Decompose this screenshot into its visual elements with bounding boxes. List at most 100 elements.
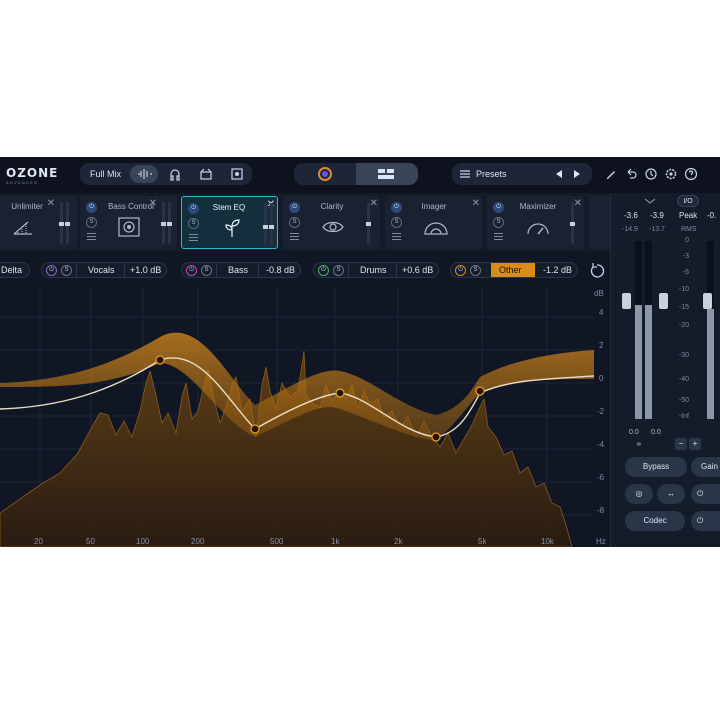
mix-selector-bar: Full Mix [80, 163, 252, 185]
headphones-icon[interactable] [168, 167, 182, 181]
module-gain-fader[interactable] [161, 202, 166, 244]
peak-label: Peak [679, 211, 698, 220]
menu-icon[interactable] [189, 234, 198, 241]
module-gain-fader[interactable] [269, 203, 274, 245]
output-gain-fader[interactable] [703, 293, 712, 309]
undo-icon[interactable] [624, 167, 638, 181]
increase-button[interactable]: + [689, 438, 701, 450]
modules-view-button[interactable] [356, 163, 418, 185]
settings-gear-icon[interactable] [664, 167, 678, 181]
stem-other[interactable]: ⏻ S Other -1.2 dB [450, 262, 578, 278]
menu-icon[interactable] [290, 233, 299, 240]
dither-button[interactable]: ⏻ [691, 511, 720, 531]
decrease-button[interactable]: − [675, 438, 687, 450]
close-icon[interactable]: ✕ [370, 198, 378, 209]
menu-icon[interactable] [87, 233, 96, 240]
eq-node[interactable] [155, 355, 165, 365]
eq-node[interactable] [250, 424, 260, 434]
module-unlimiter[interactable]: Unlimiter ✕ [0, 196, 77, 249]
module-maximizer[interactable]: ⏻ S Maximizer ✕ [487, 196, 584, 249]
assistant-view-button[interactable] [294, 163, 356, 185]
eq-graph[interactable]: dB 4 2 0 -2 -4 -6 -8 20 50 100 200 500 1… [0, 287, 610, 547]
power-icon[interactable]: ⏻ [46, 265, 57, 276]
pencil-icon[interactable] [604, 167, 618, 181]
close-icon[interactable]: ✕ [472, 198, 480, 209]
waveform-button[interactable] [130, 165, 158, 183]
mono-toggle-button[interactable]: ◎ [625, 484, 653, 504]
stem-gain[interactable]: -0.8 dB [266, 265, 295, 275]
input-gain-fader[interactable] [622, 293, 631, 309]
io-toggle[interactable]: I/O [677, 195, 699, 207]
reference-button[interactable]: ⏻ [691, 484, 720, 504]
solo-icon[interactable]: S [188, 218, 199, 229]
solo-icon[interactable]: S [470, 265, 481, 276]
bypass-button[interactable]: Bypass [625, 457, 687, 477]
previous-preset-icon[interactable] [552, 167, 566, 181]
next-preset-icon[interactable] [570, 167, 584, 181]
module-gain-fader[interactable] [65, 202, 70, 244]
full-mix-button[interactable]: Full Mix [90, 169, 121, 179]
db-tick: -6 [597, 473, 605, 482]
module-stem-eq[interactable]: ⏻ S Stem EQ ✕ [181, 196, 278, 249]
presets-bar[interactable]: Presets [452, 163, 592, 185]
close-icon[interactable]: ✕ [149, 198, 157, 209]
app-logo: OZONE [6, 166, 59, 180]
output-meter [707, 241, 714, 419]
module-gain-fader[interactable] [167, 202, 172, 244]
delta-label: Delta [1, 265, 23, 275]
module-gain-fader[interactable] [59, 202, 64, 244]
stem-drums[interactable]: ⏻ S Drums +0.6 dB [313, 262, 439, 278]
menu-icon[interactable] [392, 233, 401, 240]
db-tick: -4 [597, 440, 605, 449]
eye-icon [322, 221, 344, 233]
power-icon[interactable]: ⏻ [455, 265, 466, 276]
swap-channels-button[interactable]: ↔ [657, 484, 685, 504]
solo-icon[interactable]: S [86, 217, 97, 228]
reset-icon[interactable] [589, 262, 605, 278]
waveform-icon [138, 169, 152, 179]
module-gain-fader[interactable] [570, 202, 575, 244]
stem-gain[interactable]: +1.0 dB [130, 265, 161, 275]
stem-gain[interactable]: +0.6 dB [402, 265, 433, 275]
module-name: Clarity [320, 202, 344, 211]
help-icon[interactable] [684, 167, 698, 181]
module-bass-control[interactable]: ⏻ S Bass Control ✕ [80, 196, 177, 249]
solo-icon[interactable]: S [391, 217, 402, 228]
close-icon[interactable]: ✕ [574, 198, 582, 209]
stem-vocals[interactable]: ⏻ S Vocals +1.0 dB [41, 262, 167, 278]
codec-button[interactable]: Codec [625, 511, 685, 531]
menu-icon[interactable] [494, 233, 503, 240]
close-icon[interactable]: ✕ [47, 198, 55, 209]
solo-icon[interactable]: S [201, 265, 212, 276]
history-icon[interactable] [644, 167, 658, 181]
db-tick: 0 [599, 374, 604, 383]
stem-name: Drums [360, 265, 387, 275]
delta-button[interactable]: Delta [0, 262, 30, 278]
power-icon[interactable]: ⏻ [318, 265, 329, 276]
stem-gain[interactable]: -1.2 dB [543, 265, 572, 275]
solo-icon[interactable]: S [333, 265, 344, 276]
chevron-down-icon[interactable] [635, 197, 665, 205]
solo-icon[interactable]: S [493, 217, 504, 228]
link-icon[interactable]: ⚭ [635, 439, 643, 450]
power-icon[interactable]: ⏻ [186, 265, 197, 276]
speaker-icon[interactable] [230, 167, 244, 181]
eq-node[interactable] [431, 432, 441, 442]
module-clarity[interactable]: ⏻ S Clarity ✕ [283, 196, 380, 249]
solo-icon[interactable]: S [61, 265, 72, 276]
gain-match-button[interactable]: Gain M [691, 457, 720, 477]
module-gain-fader[interactable] [366, 202, 371, 244]
stem-selector-row: Delta ⏻ S Vocals +1.0 dB ⏻ S Bass -0.8 d… [0, 251, 610, 287]
freq-tick: 500 [270, 537, 284, 546]
drum-icon[interactable] [199, 167, 213, 181]
module-imager[interactable]: ⏻ S Imager ✕ [385, 196, 482, 249]
module-gain-fader[interactable] [263, 203, 268, 245]
stem-bass[interactable]: ⏻ S Bass -0.8 dB [181, 262, 301, 278]
grid-view-icon [378, 169, 394, 179]
module-chain: Unlimiter ✕ ⏻ S Bass Control ✕ ⏻ S Stem … [0, 193, 619, 251]
db-tick: -2 [597, 407, 605, 416]
solo-icon[interactable]: S [289, 217, 300, 228]
eq-node[interactable] [475, 386, 485, 396]
assistant-orb-icon [318, 167, 332, 181]
eq-node[interactable] [335, 388, 345, 398]
